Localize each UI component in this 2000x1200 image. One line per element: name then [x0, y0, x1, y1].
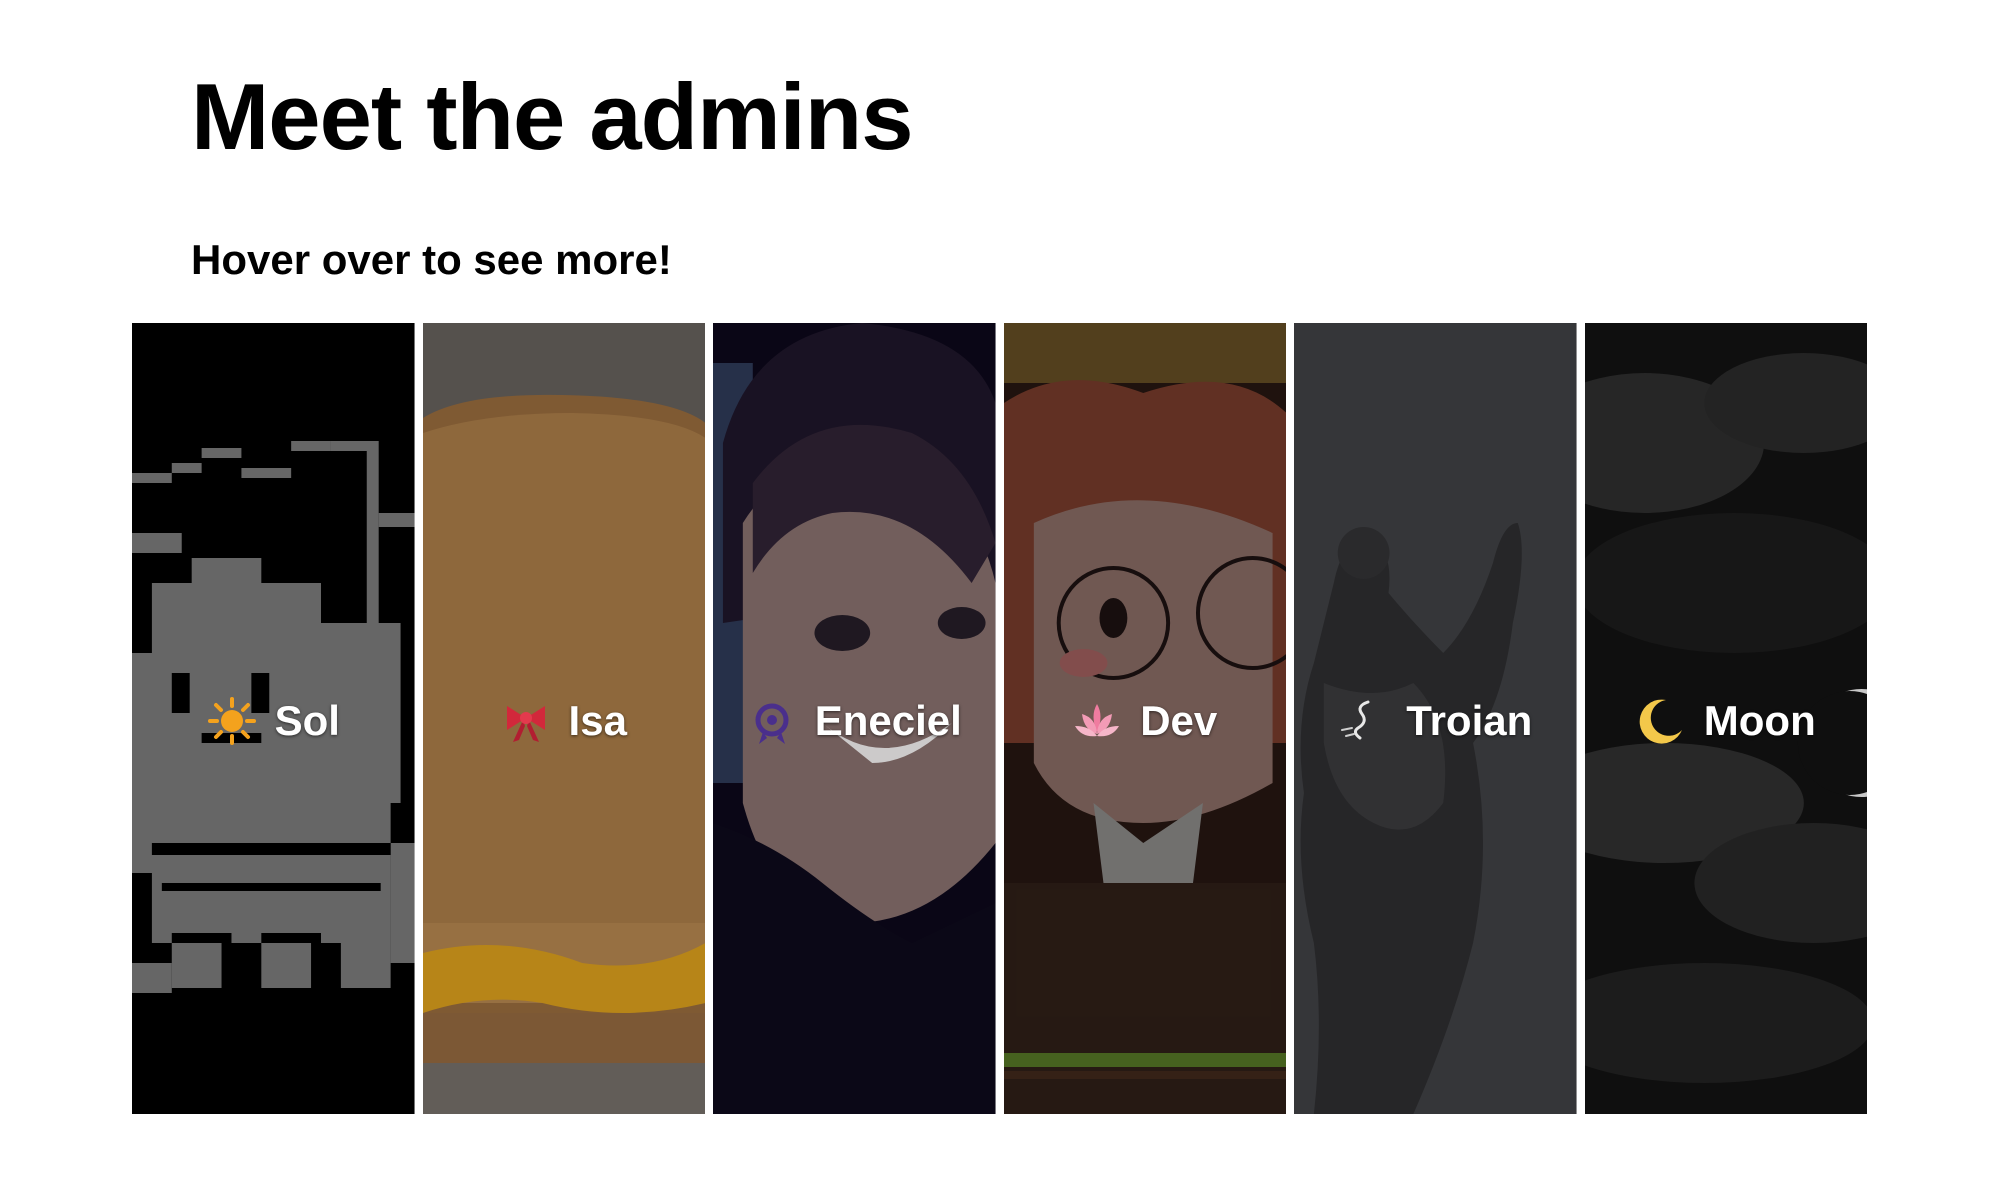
tornado-emoji-icon — [1338, 696, 1388, 746]
admin-cards: Sol Isa Eneciel Dev Troian Moon — [132, 323, 1867, 1114]
admin-label-isa: Isa — [423, 691, 706, 751]
admin-name: Moon — [1703, 697, 1816, 744]
admin-card-eneciel[interactable]: Eneciel — [713, 323, 996, 1114]
admins-page: Meet the admins Hover over to see more! — [0, 0, 2000, 1200]
hover-hint: Hover over to see more! — [191, 236, 672, 283]
admin-card-sol[interactable]: Sol — [132, 323, 415, 1114]
admin-name: Dev — [1140, 697, 1218, 744]
admin-name: Isa — [568, 697, 627, 744]
lotus-emoji-icon — [1072, 696, 1122, 746]
admin-name: Sol — [274, 697, 340, 744]
page-title: Meet the admins — [191, 64, 913, 169]
purple-badge-icon — [747, 696, 797, 746]
admin-label-eneciel: Eneciel — [713, 691, 996, 751]
admin-label-troian: Troian — [1294, 691, 1577, 751]
admin-label-sol: Sol — [132, 691, 415, 751]
sun-emoji-icon — [207, 696, 257, 746]
admin-card-isa[interactable]: Isa — [422, 323, 706, 1114]
admin-label-dev: Dev — [1004, 691, 1287, 751]
admin-name: Troian — [1406, 697, 1533, 744]
crescent-moon-icon — [1636, 696, 1686, 746]
admin-card-dev[interactable]: Dev — [1003, 323, 1287, 1114]
admin-card-moon[interactable]: Moon — [1584, 323, 1868, 1114]
ribbon-emoji-icon — [501, 696, 551, 746]
admin-label-moon: Moon — [1585, 691, 1868, 751]
admin-name: Eneciel — [814, 697, 962, 744]
admin-card-troian[interactable]: Troian — [1294, 323, 1577, 1114]
